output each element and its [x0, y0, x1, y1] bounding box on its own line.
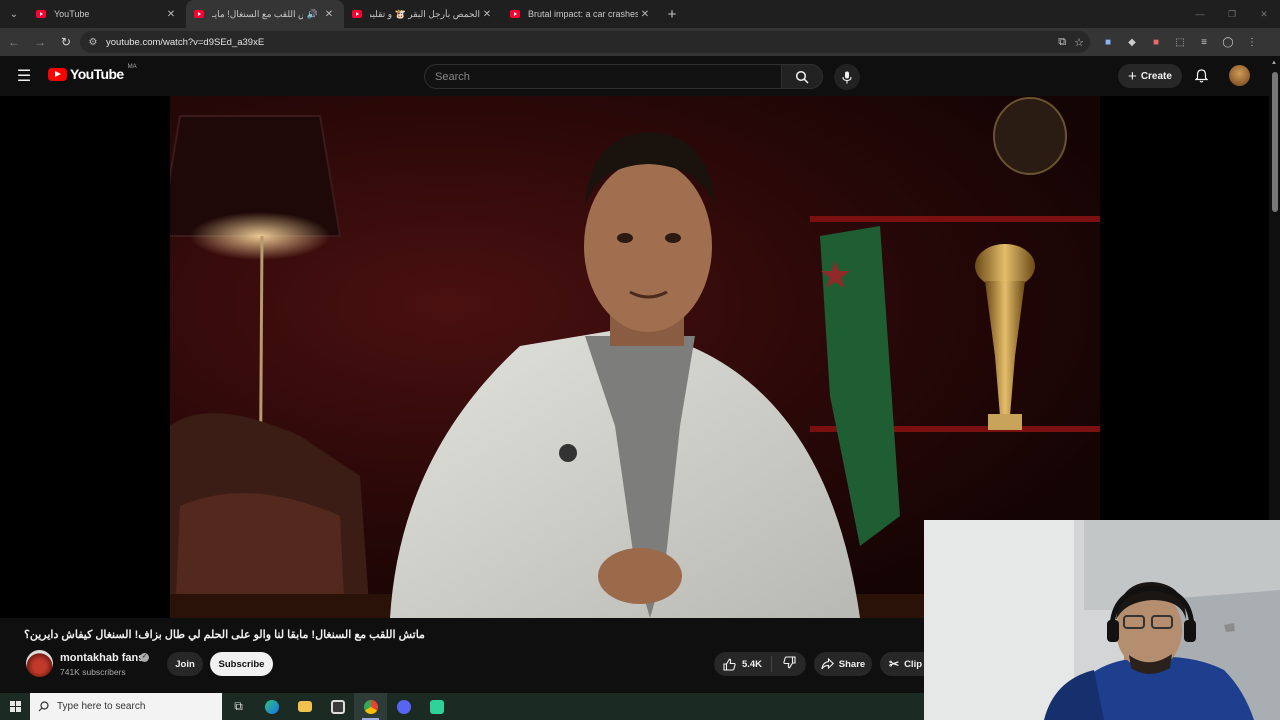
subscribe-button[interactable]: Subscribe [210, 652, 273, 676]
close-icon[interactable]: ✕ [322, 9, 336, 20]
new-tab-button[interactable]: + [660, 6, 684, 23]
youtube-favicon-icon [352, 10, 362, 18]
close-window-icon[interactable]: ✕ [1248, 0, 1280, 28]
start-button[interactable] [0, 693, 30, 720]
browser-tab-car-video[interactable]: Brutal impact: a car crashes ✕ [502, 0, 660, 28]
youtube-favicon-icon [36, 10, 46, 18]
speaker-icon[interactable]: 🔊 [307, 9, 318, 20]
close-icon[interactable]: ✕ [638, 9, 652, 20]
youtube-favicon-icon [194, 10, 204, 18]
thumbs-down-icon [782, 656, 796, 669]
youtube-header: ☰ YouTube MA Search + Create [0, 56, 1280, 96]
notifications-bell-icon[interactable] [1191, 66, 1211, 86]
webcam-feed-image [924, 520, 1280, 720]
chrome-browser-icon[interactable] [354, 693, 387, 720]
tab-search-button[interactable]: ⌄ [0, 0, 28, 28]
extension-red-icon[interactable]: ■ [1146, 32, 1166, 52]
youtube-play-logo-icon [48, 67, 67, 81]
clip-button[interactable]: ✂ Clip [880, 652, 924, 676]
verified-badge-icon: ✓ [140, 653, 149, 662]
windows-logo-icon [9, 701, 21, 712]
thumbs-up-icon [723, 658, 736, 671]
browser-tab-youtube[interactable]: YouTube ✕ [28, 0, 186, 28]
translate-extension-icon[interactable]: ■ [1098, 32, 1118, 52]
discord-icon[interactable] [387, 693, 420, 720]
country-code: MA [127, 64, 137, 70]
video-title: ماتش اللقب مع السنغال! مابقا لنا والو عل… [24, 629, 425, 641]
account-avatar[interactable] [1229, 65, 1250, 86]
microsoft-store-icon[interactable] [321, 693, 354, 720]
create-button[interactable]: + Create [1118, 64, 1182, 88]
search-input[interactable]: Search [424, 64, 782, 89]
profile-icon[interactable]: ◯ [1218, 32, 1238, 52]
join-button[interactable]: Join [167, 652, 203, 676]
search-icon [38, 701, 49, 712]
share-arrow-icon [821, 658, 834, 670]
file-explorer-icon[interactable] [288, 693, 321, 720]
window-controls: — ❐ ✕ [1184, 0, 1280, 28]
close-icon[interactable]: ✕ [480, 9, 494, 20]
create-label: Create [1140, 70, 1172, 82]
task-view-icon[interactable]: ⧉ [222, 693, 255, 720]
extensions-puzzle-icon[interactable]: ⬚ [1170, 32, 1190, 52]
clip-label: Clip [904, 658, 923, 670]
tab-title: YouTube [54, 9, 90, 19]
search-icon [795, 70, 809, 84]
edge-browser-icon[interactable] [255, 693, 288, 720]
dislike-button[interactable] [772, 656, 806, 672]
share-label: Share [838, 658, 866, 670]
browser-tab-strip: ⌄ YouTube ✕ ماتش اللقب مع السنغال! مايـ … [0, 0, 1280, 28]
restore-icon[interactable]: ❐ [1216, 0, 1248, 28]
url-text[interactable]: youtube.com/watch?v=d9SEd_a39xE [106, 37, 264, 48]
hamburger-menu-icon[interactable]: ☰ [14, 66, 34, 86]
browser-tab-active-video[interactable]: ماتش اللقب مع السنغال! مايـ 🔊 ✕ [186, 0, 344, 28]
site-info-icon[interactable]: ⚙ [82, 37, 104, 48]
taskbar-search-box[interactable]: Type here to search [30, 693, 222, 720]
extension-diamond-icon[interactable]: ◆ [1122, 32, 1142, 52]
media-controls-icon[interactable]: ≡ [1194, 32, 1214, 52]
like-count: 5.4K [741, 658, 763, 670]
tab-title: ماتش اللقب مع السنغال! مايـ [212, 8, 303, 19]
logo-text: YouTube [70, 66, 124, 82]
extensions-area: ■ ◆ ■ ⬚ ≡ ◯ ⋮ [1098, 28, 1262, 56]
browser-tab-recipe-video[interactable]: الحمص بأرجل البقر 🐮 و تقليم أ... ✕ [344, 0, 502, 28]
channel-avatar[interactable] [26, 650, 53, 677]
voice-search-button[interactable] [834, 64, 860, 90]
browser-toolbar: ← → ↻ ⚙ youtube.com/watch?v=d9SEd_a39xE … [0, 28, 1280, 56]
forward-icon[interactable]: → [28, 30, 52, 54]
search-button[interactable] [781, 64, 823, 89]
like-button[interactable]: 5.4K [714, 656, 772, 672]
scrollbar-thumb[interactable] [1272, 72, 1278, 212]
address-bar[interactable]: ⚙ youtube.com/watch?v=d9SEd_a39xE ⧉ ☆ [80, 31, 1090, 53]
plus-icon: + [1128, 67, 1137, 85]
share-button[interactable]: Share [814, 652, 872, 676]
minimize-icon[interactable]: — [1184, 0, 1216, 28]
close-icon[interactable]: ✕ [164, 9, 178, 20]
microphone-icon [842, 71, 852, 83]
scissors-icon: ✂ [889, 657, 900, 671]
like-dislike-group: 5.4K [714, 652, 806, 676]
tab-title: الحمص بأرجل البقر 🐮 و تقليم أ... [370, 8, 480, 19]
channel-name[interactable]: montakhab fans [60, 652, 144, 664]
scroll-up-icon[interactable]: ▲ [1271, 60, 1277, 66]
back-icon[interactable]: ← [2, 30, 26, 54]
app-green-icon[interactable] [420, 693, 453, 720]
taskbar-search-placeholder: Type here to search [57, 701, 146, 712]
youtube-favicon-icon [510, 10, 520, 18]
browser-menu-icon[interactable]: ⋮ [1242, 32, 1262, 52]
tab-title: Brutal impact: a car crashes [528, 9, 638, 19]
install-app-icon[interactable]: ⧉ [1058, 36, 1066, 49]
subscriber-count: 741K subscribers [60, 667, 126, 677]
webcam-overlay [924, 520, 1280, 720]
bookmark-star-icon[interactable]: ☆ [1074, 36, 1084, 49]
reload-icon[interactable]: ↻ [54, 30, 78, 54]
windows-taskbar: Type here to search ⧉ [0, 693, 924, 720]
youtube-logo[interactable]: YouTube MA [48, 64, 137, 82]
